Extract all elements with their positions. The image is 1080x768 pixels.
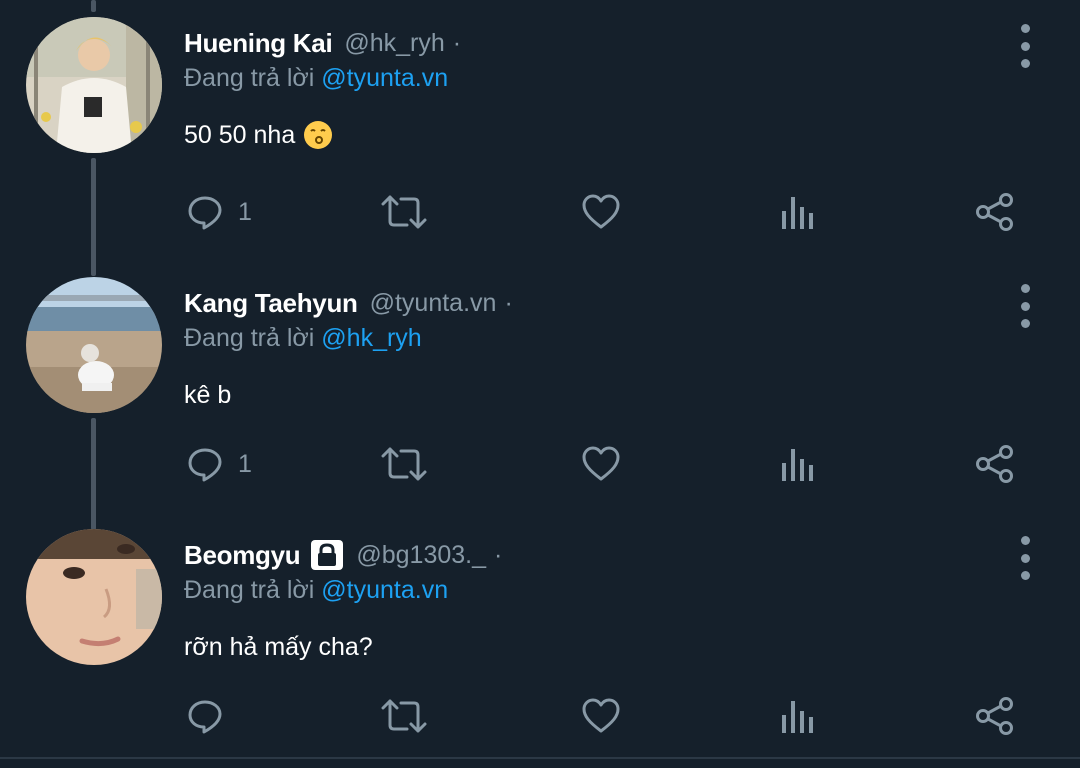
more-options-icon[interactable] [1010,24,1040,68]
reply-mention-link[interactable]: @tyunta.vn [321,64,448,92]
username[interactable]: @bg1303._ [356,541,486,570]
separator-dot: · [452,28,462,57]
replying-to-label: Đang trả lời [184,64,315,92]
tweet-body: 50 50 nha [184,118,333,152]
tweet[interactable]: Kang Taehyun @tyunta.vn · Đang trả lời @… [0,260,1080,512]
tweet-actions: 1 [0,440,1080,488]
reply-button[interactable]: 1 [186,440,252,488]
replying-to-line: Đang trả lời @tyunta.vn [184,64,448,93]
tweet-actions [0,692,1080,740]
analytics-icon [782,701,813,733]
retweet-button[interactable] [380,440,428,488]
reply-icon [188,196,222,230]
tweet[interactable]: Beomgyu @bg1303._ · Đang trả lời @tyunta… [0,512,1080,757]
replying-to-line: Đang trả lời @tyunta.vn [184,576,448,605]
analytics-icon [782,197,813,229]
separator-dot: · [504,288,513,317]
kissing-face-icon [303,120,333,150]
share-icon [976,697,1013,735]
protected-account-lock-icon [310,539,344,571]
reply-count: 1 [238,197,252,226]
retweet-icon [381,447,427,481]
avatar[interactable] [26,529,162,665]
analytics-button[interactable] [780,692,814,740]
divider [0,757,1080,759]
tweet-text: 50 50 nha [184,120,296,149]
retweet-button[interactable] [380,188,428,236]
more-options-icon[interactable] [1010,536,1040,580]
share-icon [976,193,1013,231]
share-button[interactable] [975,188,1015,236]
like-button[interactable] [581,440,621,488]
reply-mention-link[interactable]: @tyunta.vn [321,576,448,604]
display-name[interactable]: Huening Kai [184,28,333,59]
reply-button[interactable]: 1 [186,188,252,236]
tweet-text: rỡn hả mấy cha? [184,632,373,661]
avatar[interactable] [26,277,162,413]
tweet-header: Beomgyu @bg1303._ · [184,537,502,573]
username[interactable]: @tyunta.vn [370,289,497,318]
reply-button[interactable] [186,692,238,740]
share-button[interactable] [975,692,1015,740]
like-button[interactable] [581,188,621,236]
display-name[interactable]: Kang Taehyun [184,288,358,319]
retweet-icon [381,699,427,733]
tweet-text: kê b [184,380,232,409]
like-button[interactable] [581,692,621,740]
avatar[interactable] [26,17,162,153]
reply-count: 1 [238,449,252,478]
tweet[interactable]: Huening Kai @hk_ryh · Đang trả lời @tyun… [0,0,1080,260]
tweet-thread: Huening Kai @hk_ryh · Đang trả lời @tyun… [0,0,1080,768]
replying-to-label: Đang trả lời [184,324,315,352]
more-options-icon[interactable] [1010,284,1040,328]
heart-icon [582,446,620,481]
tweet-actions: 1 [0,188,1080,236]
reply-icon [188,448,222,482]
reply-icon [188,700,222,734]
retweet-button[interactable] [380,692,428,740]
display-name[interactable]: Beomgyu [184,540,301,571]
analytics-button[interactable] [780,440,814,488]
share-icon [976,445,1013,483]
username[interactable]: @hk_ryh [344,29,444,58]
retweet-icon [381,195,427,229]
reply-mention-link[interactable]: @hk_ryh [321,324,421,352]
tweet-header: Kang Taehyun @tyunta.vn · [184,285,513,321]
heart-icon [582,194,620,229]
replying-to-line: Đang trả lời @hk_ryh [184,324,422,353]
tweet-body: kê b [184,378,231,412]
heart-icon [582,698,620,733]
analytics-icon [782,449,813,481]
tweet-body: rỡn hả mấy cha? [184,630,373,664]
replying-to-label: Đang trả lời [184,576,315,604]
share-button[interactable] [975,440,1015,488]
tweet-header: Huening Kai @hk_ryh · [184,25,461,61]
separator-dot: · [494,540,503,569]
analytics-button[interactable] [780,188,814,236]
